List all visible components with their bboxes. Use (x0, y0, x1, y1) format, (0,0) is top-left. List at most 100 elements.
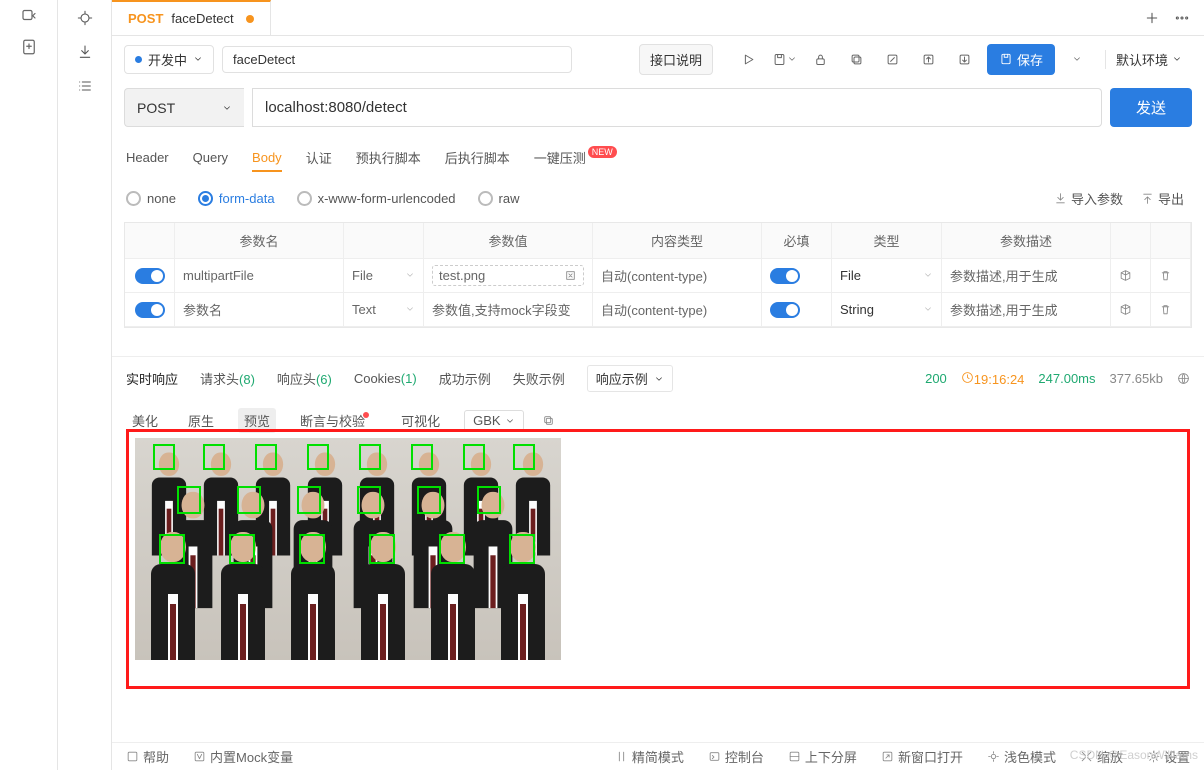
face-detection-image (135, 438, 561, 660)
table-row: multipartFile File test.png 自动(content-t… (125, 259, 1191, 293)
tab-res-headers[interactable]: 响应头(6) (277, 369, 332, 388)
copy-response-icon[interactable] (542, 414, 555, 427)
type-select[interactable]: File (832, 259, 942, 292)
save-button[interactable]: 保存 (987, 44, 1055, 75)
tab-query[interactable]: Query (193, 144, 228, 171)
status-dot-icon (135, 56, 142, 63)
type-select[interactable]: String (832, 293, 942, 326)
save-more-icon[interactable] (1063, 45, 1091, 73)
footer-mock[interactable]: 内置Mock变量 (193, 747, 293, 766)
footer-split[interactable]: 上下分屏 (788, 747, 857, 766)
import-arrow-icon[interactable] (951, 45, 979, 73)
chevron-down-icon (654, 374, 664, 384)
cube-icon[interactable] (1111, 293, 1151, 326)
tab-realtime[interactable]: 实时响应 (126, 369, 178, 388)
desc-input[interactable]: 参数描述,用于生成 (942, 259, 1111, 292)
footer-newwindow[interactable]: 新窗口打开 (881, 747, 963, 766)
plus-icon[interactable] (1144, 10, 1160, 26)
import-params-link[interactable]: 导入参数 (1054, 189, 1123, 208)
tab-prescript[interactable]: 预执行脚本 (356, 142, 421, 173)
method-select[interactable]: POST (124, 88, 244, 127)
status-code: 200 (925, 371, 947, 386)
more-icon[interactable] (1174, 10, 1190, 26)
tab-header[interactable]: Header (126, 144, 169, 171)
col-required: 必填 (762, 223, 832, 258)
minimize-icon[interactable] (879, 45, 907, 73)
tab-postscript[interactable]: 后执行脚本 (445, 142, 510, 173)
table-header-row: 参数名 参数值 内容类型 必填 类型 参数描述 (125, 223, 1191, 259)
footer-help[interactable]: 帮助 (126, 747, 169, 766)
copy-icon[interactable] (843, 45, 871, 73)
save-dropdown-icon[interactable] (771, 45, 799, 73)
left-rail (0, 0, 58, 770)
tab-auth[interactable]: 认证 (306, 142, 332, 173)
radio-none[interactable]: none (126, 191, 176, 206)
tab-fail-example[interactable]: 失败示例 (513, 369, 565, 388)
response-example-select[interactable]: 响应示例 (587, 365, 673, 392)
export-params-link[interactable]: 导出 (1141, 189, 1184, 208)
required-toggle[interactable] (770, 302, 800, 318)
col-name: 参数名 (175, 223, 344, 258)
request-tabs: Header Query Body 认证 预执行脚本 后执行脚本 一键压测NEW (112, 139, 1204, 175)
locate-icon[interactable] (77, 10, 93, 26)
delete-icon[interactable] (1151, 293, 1191, 326)
tab-loadtest[interactable]: 一键压测NEW (534, 142, 615, 173)
chevron-down-icon (1172, 54, 1182, 64)
status-select[interactable]: 开发中 (124, 45, 214, 74)
footer-console[interactable]: 控制台 (708, 747, 764, 766)
row-toggle[interactable] (135, 268, 165, 284)
radio-raw[interactable]: raw (478, 191, 520, 206)
status-label: 开发中 (148, 50, 187, 69)
api-desc-button[interactable]: 接口说明 (639, 44, 713, 75)
param-name-input[interactable]: multipartFile (175, 259, 344, 292)
content-type-input[interactable]: 自动(content-type) (593, 259, 762, 292)
response-header: 实时响应 请求头(8) 响应头(6) Cookies(1) 成功示例 失败示例 … (112, 356, 1204, 400)
footer-compact[interactable]: 精简模式 (615, 747, 684, 766)
tab-req-headers[interactable]: 请求头(8) (200, 369, 255, 388)
col-value: 参数值 (424, 223, 593, 258)
delete-icon[interactable] (1151, 259, 1191, 292)
table-row: 参数名 Text 参数值,支持mock字段变 自动(content-type) … (125, 293, 1191, 327)
run-icon[interactable] (735, 45, 763, 73)
send-button[interactable]: 发送 (1110, 88, 1192, 127)
radio-urlencoded[interactable]: x-www-form-urlencoded (297, 191, 456, 206)
tab-cookies[interactable]: Cookies(1) (354, 371, 417, 386)
param-kind-select[interactable]: Text (344, 293, 424, 326)
body-type-radios: none form-data x-www-form-urlencoded raw… (112, 175, 1204, 222)
new-file-icon[interactable] (20, 38, 38, 56)
unsaved-dot-icon (246, 15, 254, 23)
caret-toggle-icon[interactable] (20, 6, 38, 24)
new-badge: NEW (588, 146, 617, 158)
param-kind-select[interactable]: File (344, 259, 424, 292)
list-icon[interactable] (77, 78, 93, 94)
tab-facedetect[interactable]: POST faceDetect (112, 0, 271, 35)
url-input[interactable]: localhost:8080/detect (252, 88, 1102, 127)
footer-theme[interactable]: 浅色模式 (987, 747, 1056, 766)
param-value-input[interactable]: 参数值,支持mock字段变 (424, 293, 593, 326)
left-toolbar (58, 0, 112, 770)
globe-icon[interactable] (1177, 372, 1190, 385)
tab-body[interactable]: Body (252, 144, 282, 171)
api-name-input[interactable]: faceDetect (222, 46, 572, 73)
required-toggle[interactable] (770, 268, 800, 284)
download-icon[interactable] (77, 44, 93, 60)
col-type: 类型 (832, 223, 942, 258)
desc-input[interactable]: 参数描述,用于生成 (942, 293, 1111, 326)
radio-form-data[interactable]: form-data (198, 191, 275, 206)
response-size: 377.65kb (1110, 371, 1164, 386)
params-table: 参数名 参数值 内容类型 必填 类型 参数描述 multipartFile Fi… (124, 222, 1192, 328)
param-name-input[interactable]: 参数名 (175, 293, 344, 326)
content-type-input[interactable]: 自动(content-type) (593, 293, 762, 326)
method-label: POST (137, 100, 175, 116)
clear-icon[interactable] (564, 269, 577, 282)
cube-icon[interactable] (1111, 259, 1151, 292)
param-value-file[interactable]: test.png (424, 259, 593, 292)
response-preview (126, 429, 1190, 689)
env-label: 默认环境 (1116, 50, 1168, 69)
env-select[interactable]: 默认环境 (1105, 50, 1192, 69)
encoding-select[interactable]: GBK (464, 410, 523, 431)
lock-icon[interactable] (807, 45, 835, 73)
tab-success-example[interactable]: 成功示例 (439, 369, 491, 388)
row-toggle[interactable] (135, 302, 165, 318)
export-arrow-icon[interactable] (915, 45, 943, 73)
